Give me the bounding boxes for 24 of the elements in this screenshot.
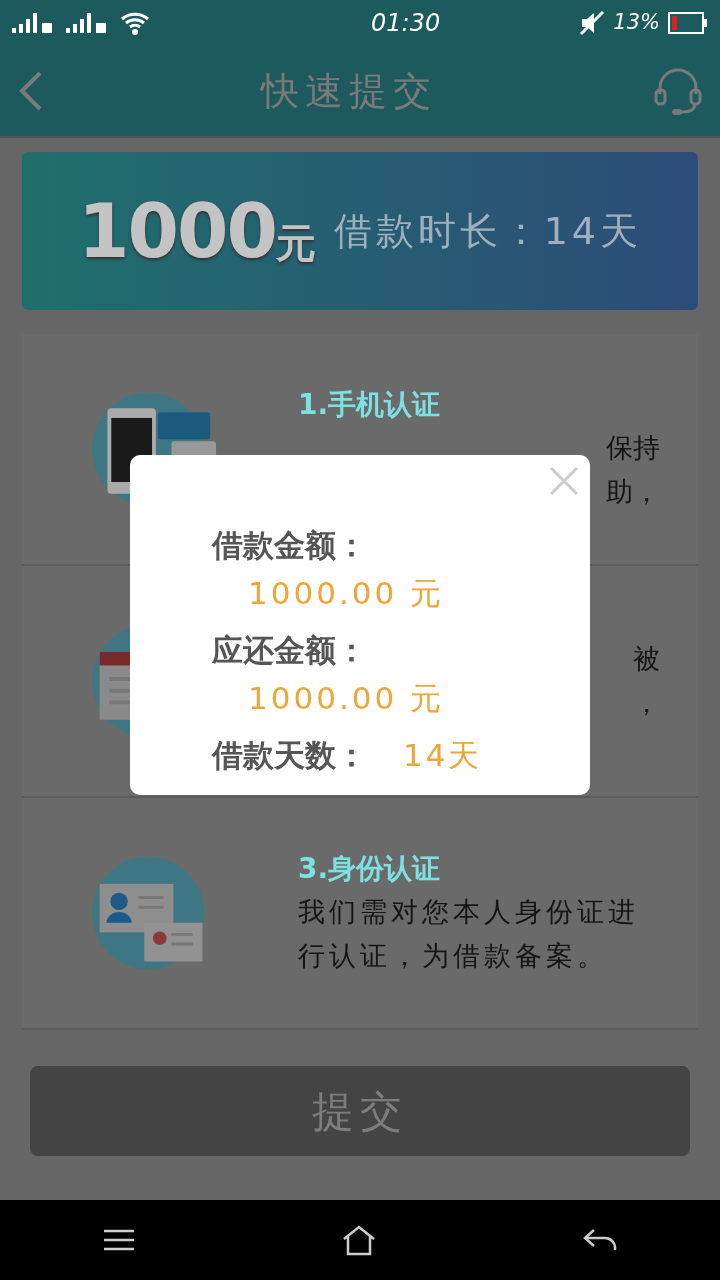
mute-icon xyxy=(579,10,606,36)
field-label: 应还金额： xyxy=(212,632,367,668)
menu-icon[interactable] xyxy=(102,1228,137,1252)
field-value: 1000.00 元 xyxy=(248,575,445,611)
home-icon[interactable] xyxy=(341,1224,377,1256)
card-text: 行认证，为借款备案。 xyxy=(298,940,608,971)
battery-icon xyxy=(668,12,708,34)
card-text: 被 xyxy=(633,643,660,674)
loan-amount: 1000元 xyxy=(78,186,314,276)
field-label: 借款金额： xyxy=(212,527,367,563)
card-title: 3.身份认证 xyxy=(298,851,442,887)
status-time: 01:30 xyxy=(371,8,441,39)
field-label: 借款天数： xyxy=(212,737,367,773)
card-text: ， xyxy=(633,687,660,718)
page-title: 快速提交 xyxy=(261,67,437,115)
battery-percent: 13% xyxy=(613,9,660,37)
back-icon[interactable] xyxy=(581,1227,618,1253)
card-text: 保持 xyxy=(606,432,660,463)
loan-duration: 借款时长：14天 xyxy=(333,207,642,255)
card-text: 我们需对您本人身份证进 xyxy=(298,896,639,927)
field-value: 1000.00 元 xyxy=(248,680,445,716)
card-title: 1.手机认证 xyxy=(298,387,442,423)
field-value: 14天 xyxy=(403,737,483,773)
card-text: 助， xyxy=(606,476,660,507)
